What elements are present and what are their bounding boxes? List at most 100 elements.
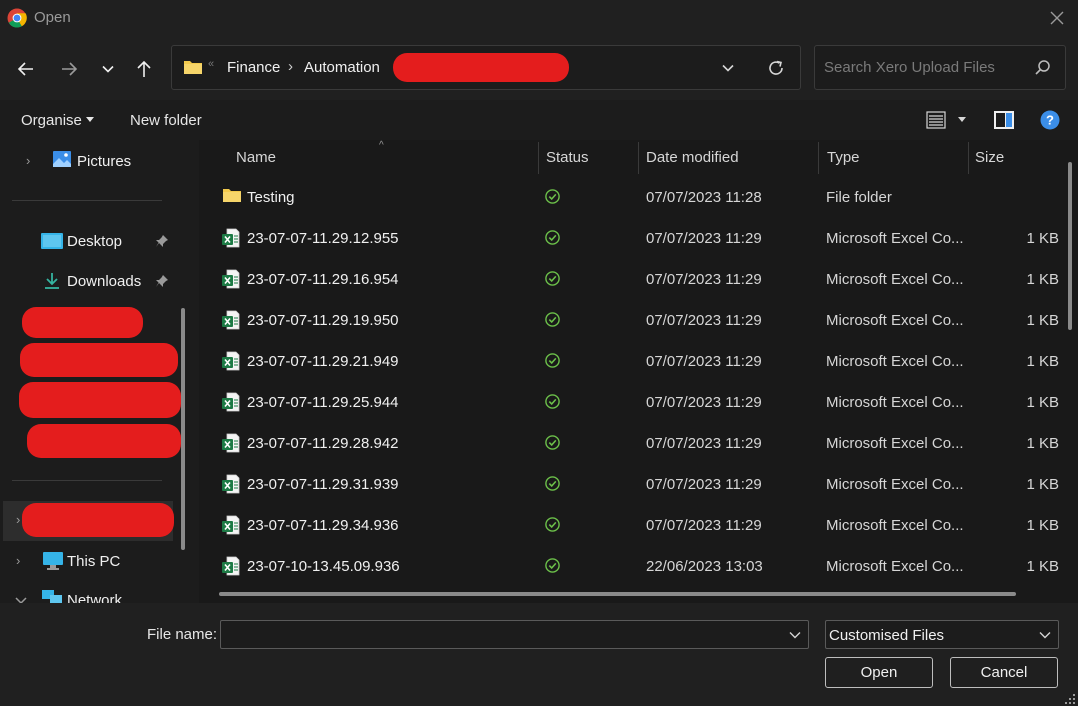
back-button[interactable] xyxy=(13,56,39,82)
sync-ok-icon xyxy=(545,435,560,454)
file-row[interactable]: 23-07-07-11.29.31.939 07/07/2023 11:29 Mic… xyxy=(199,464,1059,505)
column-header-name[interactable]: Name xyxy=(199,140,538,174)
sync-ok-icon xyxy=(545,189,560,208)
file-size: 1 KB xyxy=(1026,230,1059,247)
download-arrow-icon xyxy=(45,273,59,289)
file-date-modified: 07/07/2023 11:29 xyxy=(646,312,762,329)
help-icon[interactable]: ? xyxy=(1040,110,1060,130)
file-row[interactable]: 23-07-07-11.29.28.942 07/07/2023 11:29 Mic… xyxy=(199,423,1059,464)
chevron-right-icon[interactable]: › xyxy=(26,153,30,168)
sidebar-item-this-pc[interactable]: This PC xyxy=(67,553,120,570)
file-row[interactable]: 23-07-07-11.29.19.950 07/07/2023 11:29 Mic… xyxy=(199,300,1059,341)
file-list-horizontal-scrollbar[interactable] xyxy=(219,592,1016,596)
file-row[interactable]: 23-07-07-11.29.12.955 07/07/2023 11:29 Mic… xyxy=(199,218,1059,259)
open-button[interactable]: Open xyxy=(825,657,933,688)
resize-grip-icon[interactable] xyxy=(1064,693,1076,705)
file-name: 23-07-07-11.29.28.942 xyxy=(247,435,399,452)
file-name: 23-07-07-11.29.16.954 xyxy=(247,271,399,288)
breadcrumb-automation[interactable]: Automation xyxy=(304,59,380,76)
sync-ok-icon xyxy=(545,517,560,536)
file-date-modified: 07/07/2023 11:29 xyxy=(646,476,762,493)
file-size: 1 KB xyxy=(1026,517,1059,534)
pictures-icon xyxy=(53,151,71,167)
chevron-down-icon[interactable] xyxy=(788,628,802,642)
file-row[interactable]: Testing 07/07/2023 11:28 File folder xyxy=(199,177,1059,218)
new-folder-button[interactable]: New folder xyxy=(130,112,202,129)
file-type-filter-select[interactable]: Customised Files xyxy=(825,620,1059,649)
file-name: 23-07-07-11.29.34.936 xyxy=(247,517,399,534)
search-input[interactable]: Search Xero Upload Files xyxy=(814,45,1066,90)
file-size: 1 KB xyxy=(1026,435,1059,452)
organise-button[interactable]: Organise xyxy=(21,112,82,129)
file-type-filter-value: Customised Files xyxy=(829,627,945,644)
svg-text:?: ? xyxy=(1046,113,1054,128)
column-label: Status xyxy=(546,149,589,166)
desktop-icon xyxy=(41,233,63,249)
file-size: 1 KB xyxy=(1026,558,1059,575)
search-icon[interactable] xyxy=(1034,59,1052,77)
column-header-size[interactable]: Size xyxy=(968,140,1063,174)
sidebar-item-downloads[interactable]: Downloads xyxy=(67,273,141,290)
sync-ok-icon xyxy=(545,271,560,290)
breadcrumb-separator-icon[interactable]: › xyxy=(288,58,293,75)
file-size: 1 KB xyxy=(1026,312,1059,329)
address-bar[interactable]: « Finance › Automation xyxy=(171,45,801,90)
cancel-button[interactable]: Cancel xyxy=(950,657,1058,688)
pin-icon[interactable] xyxy=(155,234,169,248)
file-row[interactable]: 23-07-07-11.29.16.954 07/07/2023 11:29 Mic… xyxy=(199,259,1059,300)
sync-ok-icon xyxy=(545,394,560,413)
sidebar-item-desktop[interactable]: Desktop xyxy=(67,233,122,250)
column-header-date-modified[interactable]: Date modified xyxy=(638,140,818,174)
caret-down-icon[interactable] xyxy=(86,117,94,122)
excel-file-icon xyxy=(222,474,240,498)
arrow-right-icon xyxy=(62,62,78,76)
chevron-right-icon[interactable]: › xyxy=(16,512,20,527)
chevron-down-icon[interactable] xyxy=(14,596,28,603)
forward-button[interactable] xyxy=(56,56,82,82)
divider xyxy=(12,480,162,481)
file-name: Testing xyxy=(247,189,295,206)
file-row[interactable]: 23-07-07-11.29.25.944 07/07/2023 11:29 Mic… xyxy=(199,382,1059,423)
file-name-label: File name: xyxy=(147,626,218,643)
file-type: Microsoft Excel Co... xyxy=(826,517,964,534)
close-icon[interactable] xyxy=(1046,7,1068,29)
file-size: 1 KB xyxy=(1026,476,1059,493)
refresh-icon[interactable] xyxy=(766,58,786,78)
column-header-type[interactable]: Type xyxy=(818,140,968,174)
navigation-bar: « Finance › Automation Search Xero Uploa… xyxy=(0,36,1078,100)
file-type: Microsoft Excel Co... xyxy=(826,230,964,247)
chevron-down-icon xyxy=(102,65,114,73)
sidebar-scrollbar[interactable] xyxy=(181,308,185,550)
breadcrumb-overflow-icon[interactable]: « xyxy=(208,58,214,70)
recent-locations-button[interactable] xyxy=(95,56,121,82)
up-button[interactable] xyxy=(131,56,157,82)
file-date-modified: 07/07/2023 11:29 xyxy=(646,353,762,370)
file-name: 23-07-07-11.29.21.949 xyxy=(247,353,399,370)
file-date-modified: 07/07/2023 11:29 xyxy=(646,517,762,534)
file-row[interactable]: 23-07-10-13.45.09.936 22/06/2023 13:03 Mic… xyxy=(199,546,1059,587)
file-row[interactable]: 23-07-07-11.29.21.949 07/07/2023 11:29 Mic… xyxy=(199,341,1059,382)
column-header-status[interactable]: Status xyxy=(538,140,638,174)
search-placeholder: Search Xero Upload Files xyxy=(824,59,995,76)
caret-down-icon[interactable] xyxy=(958,117,966,122)
chevron-down-icon[interactable] xyxy=(720,60,736,76)
file-list-vertical-scrollbar[interactable] xyxy=(1068,162,1072,330)
chevron-down-icon[interactable] xyxy=(1038,628,1052,642)
column-label: Type xyxy=(827,149,860,166)
file-row[interactable]: 23-07-07-11.29.34.936 07/07/2023 11:29 Mic… xyxy=(199,505,1059,546)
sidebar-item-network[interactable]: Network xyxy=(67,592,122,603)
network-icon xyxy=(42,590,62,603)
preview-pane-icon[interactable] xyxy=(993,110,1015,130)
file-date-modified: 07/07/2023 11:29 xyxy=(646,435,762,452)
excel-file-icon xyxy=(222,228,240,252)
pin-icon[interactable] xyxy=(155,274,169,288)
breadcrumb-finance[interactable]: Finance xyxy=(227,59,280,76)
view-details-icon[interactable] xyxy=(926,110,946,130)
chevron-right-icon[interactable]: › xyxy=(16,553,20,568)
file-name-input[interactable] xyxy=(220,620,809,649)
file-type: Microsoft Excel Co... xyxy=(826,353,964,370)
sync-ok-icon xyxy=(545,230,560,249)
file-type: Microsoft Excel Co... xyxy=(826,312,964,329)
file-type: Microsoft Excel Co... xyxy=(826,435,964,452)
sidebar-item-pictures[interactable]: Pictures xyxy=(77,153,131,170)
